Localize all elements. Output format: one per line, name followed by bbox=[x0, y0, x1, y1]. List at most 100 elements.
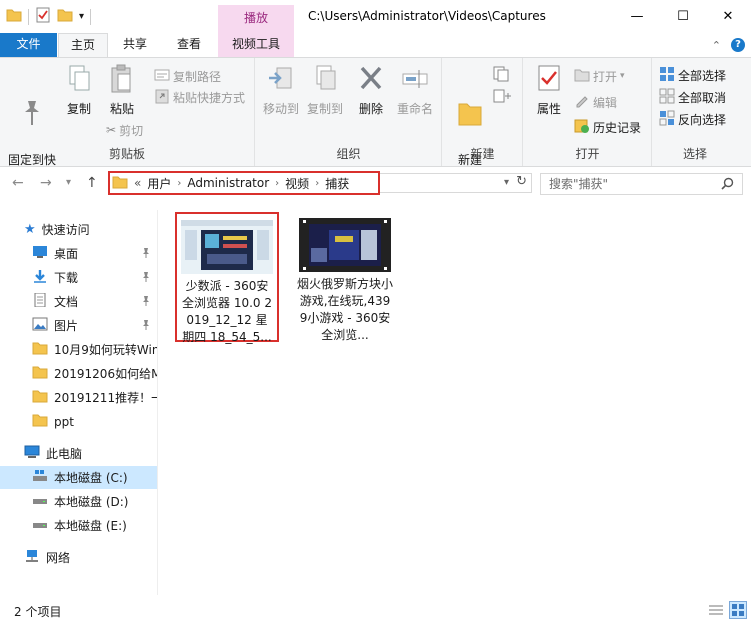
folder-icon bbox=[32, 341, 48, 358]
document-icon bbox=[32, 292, 48, 310]
pin-icon[interactable] bbox=[141, 247, 151, 262]
picture-icon bbox=[32, 317, 48, 334]
organize-group-label: 组织 bbox=[336, 147, 361, 161]
cut-button[interactable]: ✂ 剪切 bbox=[106, 120, 143, 140]
move-to-icon bbox=[260, 64, 302, 99]
nav-label: 本地磁盘 (D:) bbox=[54, 495, 129, 509]
nav-item-folder[interactable]: 10月9如何玩转Win bbox=[0, 338, 157, 361]
paste-shortcut-button[interactable]: 粘贴快捷方式 bbox=[154, 87, 245, 107]
nav-item-folder[interactable]: 20191206如何给M bbox=[0, 362, 157, 385]
nav-drive-c[interactable]: 本地磁盘 (C:) bbox=[0, 466, 157, 489]
rename-button[interactable]: 重命名 bbox=[392, 64, 438, 118]
select-all-button[interactable]: 全部选择 bbox=[659, 65, 726, 85]
search-icon[interactable] bbox=[721, 176, 734, 196]
file-item-video[interactable]: 烟火俄罗斯方块小游戏,在线玩,4399小游戏 - 360安全浏览... bbox=[293, 212, 397, 342]
details-view-icon[interactable] bbox=[708, 603, 724, 620]
tab-share[interactable]: 共享 bbox=[110, 33, 160, 57]
large-icons-view-icon[interactable] bbox=[729, 601, 747, 619]
folder-icon bbox=[112, 175, 128, 192]
nav-item-folder-ppt[interactable]: ppt bbox=[0, 410, 157, 433]
nav-item-folder[interactable]: 20191211推荐！一 bbox=[0, 386, 157, 409]
computer-icon bbox=[24, 445, 40, 462]
properties-button[interactable]: 属性 bbox=[532, 64, 566, 118]
copy-button[interactable]: 复制 bbox=[62, 64, 96, 118]
window-title: C:\Users\Administrator\Videos\Captures bbox=[308, 9, 546, 23]
maximize-button[interactable]: ☐ bbox=[660, 0, 706, 32]
history-label: 历史记录 bbox=[593, 120, 642, 135]
nav-label: 下载 bbox=[54, 271, 79, 285]
copy-to-button[interactable]: 复制到 bbox=[304, 64, 346, 118]
pin-icon[interactable] bbox=[141, 271, 151, 286]
new-folder-icon[interactable] bbox=[57, 8, 73, 25]
copy-path-button[interactable]: 复制路径 bbox=[154, 66, 221, 86]
paste-label: 粘贴 bbox=[109, 102, 134, 116]
nav-this-pc[interactable]: 此电脑 bbox=[0, 442, 157, 465]
close-button[interactable]: ✕ bbox=[705, 0, 751, 32]
tab-view[interactable]: 查看 bbox=[164, 33, 214, 57]
nav-quick-access[interactable]: ★ 快速访问 bbox=[0, 218, 157, 241]
chevron-down-icon: ▾ bbox=[620, 71, 625, 81]
refresh-icon[interactable]: ↻ bbox=[516, 174, 527, 189]
help-icon[interactable]: ? bbox=[731, 38, 745, 52]
nav-item-desktop[interactable]: 桌面 bbox=[0, 242, 157, 265]
move-to-button[interactable]: 移动到 bbox=[260, 64, 302, 118]
nav-network[interactable]: 网络 bbox=[0, 546, 157, 569]
up-arrow-icon[interactable]: ↑ bbox=[86, 175, 98, 191]
breadcrumb-captures[interactable]: 捕获 bbox=[325, 175, 349, 192]
breadcrumb-overflow[interactable]: « bbox=[134, 176, 141, 190]
breadcrumb-videos[interactable]: 视频 bbox=[285, 175, 309, 192]
pin-icon[interactable] bbox=[141, 295, 151, 310]
tab-video-tools[interactable]: 视频工具 bbox=[218, 33, 294, 57]
edit-button[interactable]: 编辑 bbox=[574, 92, 617, 112]
nav-item-downloads[interactable]: 下载 bbox=[0, 266, 157, 289]
back-arrow-icon[interactable]: ← bbox=[12, 175, 24, 191]
star-icon: ★ bbox=[24, 222, 36, 237]
copy-label: 复制 bbox=[66, 102, 91, 116]
forward-arrow-icon[interactable]: → bbox=[40, 175, 52, 191]
new-item-icon[interactable] bbox=[493, 66, 513, 85]
minimize-button[interactable]: — bbox=[614, 0, 660, 32]
address-bar[interactable]: « 用户 › Administrator › 视频 › 捕获 bbox=[108, 171, 380, 195]
search-box[interactable]: 搜索"捕获" bbox=[540, 173, 743, 195]
pin-icon[interactable] bbox=[141, 319, 151, 334]
ribbon-collapse-icon[interactable]: ⌃ bbox=[712, 39, 721, 52]
folder-icon bbox=[32, 413, 48, 430]
tab-file[interactable]: 文件 bbox=[0, 33, 57, 57]
drive-icon bbox=[32, 517, 48, 534]
invert-selection-icon bbox=[659, 110, 675, 129]
cut-label: 剪切 bbox=[119, 123, 144, 138]
nav-label: 此电脑 bbox=[46, 447, 83, 461]
nav-item-pictures[interactable]: 图片 bbox=[0, 314, 157, 337]
address-dropdown-icon[interactable]: ▾ bbox=[504, 177, 509, 188]
system-drive-icon bbox=[32, 469, 48, 486]
easy-access-icon[interactable] bbox=[493, 88, 513, 107]
context-tab-play[interactable]: 播放 bbox=[218, 5, 294, 33]
breadcrumb-administrator[interactable]: Administrator bbox=[187, 176, 269, 190]
properties-icon[interactable] bbox=[35, 7, 51, 26]
nav-drive-e[interactable]: 本地磁盘 (E:) bbox=[0, 514, 157, 537]
tab-home[interactable]: 主页 bbox=[58, 33, 108, 58]
folder-icon[interactable] bbox=[6, 8, 22, 25]
history-button[interactable]: 历史记录 bbox=[574, 117, 641, 137]
title-bar: ▾ 播放 C:\Users\Administrator\Videos\Captu… bbox=[0, 0, 751, 33]
open-button[interactable]: 打开 ▾ bbox=[574, 66, 625, 86]
invert-selection-button[interactable]: 反向选择 bbox=[659, 109, 726, 129]
delete-button[interactable]: 删除 bbox=[354, 64, 388, 118]
select-group-label: 选择 bbox=[682, 147, 707, 161]
nav-item-documents[interactable]: 文档 bbox=[0, 290, 157, 313]
new-folder-icon bbox=[447, 81, 493, 133]
paste-button[interactable]: 粘贴 bbox=[102, 64, 142, 118]
ribbon-controls: ⌃ ? bbox=[712, 38, 745, 52]
qat-dropdown-icon[interactable]: ▾ bbox=[79, 11, 84, 22]
breadcrumb-separator-icon: › bbox=[315, 177, 320, 189]
open-icon bbox=[574, 68, 590, 85]
breadcrumb-users[interactable]: 用户 bbox=[147, 175, 171, 192]
select-none-button[interactable]: 全部取消 bbox=[659, 87, 726, 107]
file-item-video[interactable]: 少数派 - 360安全浏览器 10.0 2019_12_12 星期四 18_54… bbox=[175, 212, 279, 344]
scissors-icon: ✂ bbox=[106, 123, 117, 137]
recent-locations-icon[interactable]: ▾ bbox=[66, 177, 71, 188]
nav-drive-d[interactable]: 本地磁盘 (D:) bbox=[0, 490, 157, 513]
address-bar-tail[interactable]: ▾ ↻ bbox=[380, 173, 532, 193]
select-none-label: 全部取消 bbox=[678, 90, 727, 105]
nav-label: ppt bbox=[54, 414, 74, 429]
